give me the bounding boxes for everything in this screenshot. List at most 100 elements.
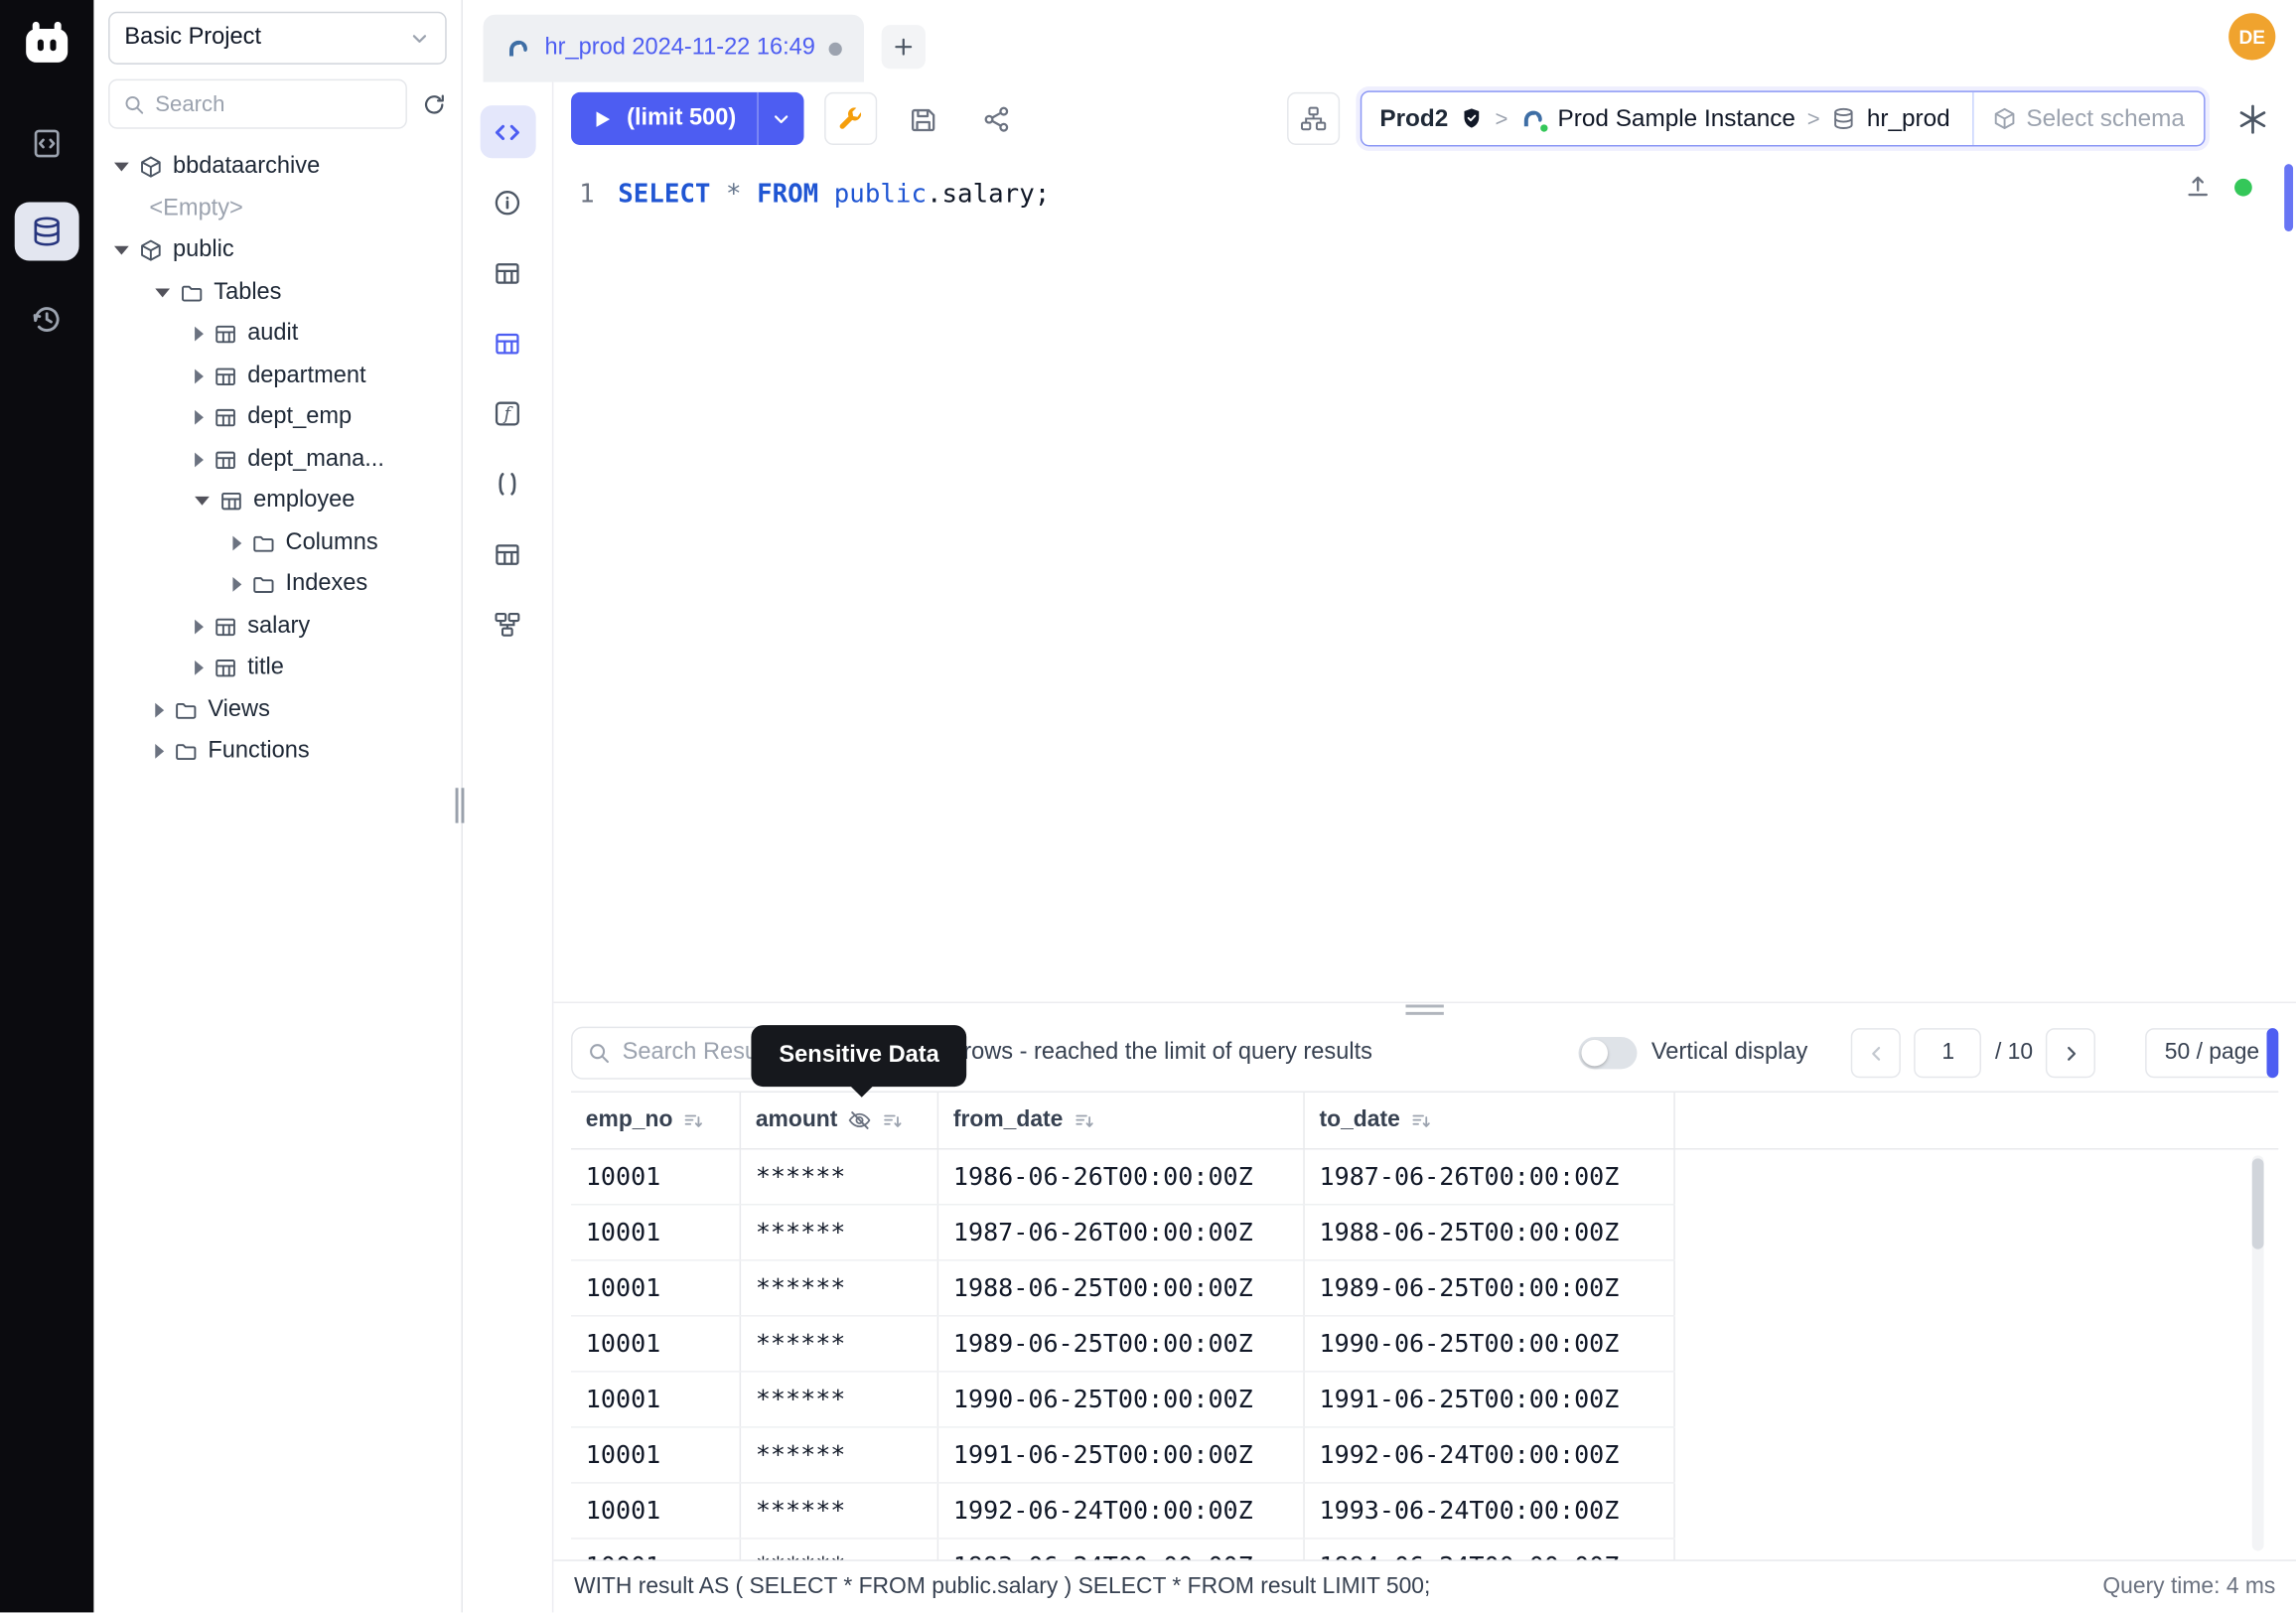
table-row[interactable]: 10001******1988-06-25T00:00:00Z1989-06-2…	[571, 1261, 1675, 1317]
sort-icon[interactable]	[683, 1110, 705, 1132]
sidebar-search-input[interactable]	[155, 91, 392, 116]
avatar[interactable]: DE	[2228, 13, 2275, 60]
caret-right-icon[interactable]	[195, 619, 204, 634]
select-schema-button[interactable]: Select schema	[1972, 92, 2204, 145]
caret-down-icon[interactable]	[195, 497, 210, 506]
folder-icon	[174, 740, 198, 764]
tree-item-employee[interactable]: employee	[93, 481, 461, 522]
ai-assistant-button[interactable]	[2225, 92, 2278, 145]
cell-masked: ******	[741, 1317, 938, 1372]
history-nav-button[interactable]	[15, 290, 79, 349]
tree-item-tables[interactable]: Tables	[93, 272, 461, 314]
databases-nav-button[interactable]	[15, 202, 79, 260]
table-row[interactable]: 10001******1991-06-25T00:00:00Z1992-06-2…	[571, 1428, 1675, 1484]
tab-hr-prod[interactable]: hr_prod 2024-11-22 16:49	[484, 15, 864, 82]
schema-diagram-button[interactable]	[480, 598, 535, 651]
caret-right-icon[interactable]	[195, 660, 204, 675]
tree-item-public[interactable]: public	[93, 229, 461, 271]
cell-masked: ******	[741, 1261, 938, 1316]
column-header-emp-no[interactable]: emp_no	[571, 1094, 741, 1149]
sensitive-tables-button[interactable]	[480, 316, 535, 368]
format-sql-button[interactable]	[824, 92, 877, 145]
column-header-from-date[interactable]: from_date	[938, 1094, 1305, 1149]
tree-item-audit[interactable]: audit	[93, 314, 461, 356]
project-select[interactable]: Basic Project	[108, 12, 447, 65]
upload-sheet-icon[interactable]	[2185, 173, 2212, 200]
caret-right-icon[interactable]	[155, 702, 164, 717]
tree-item-dept-manager[interactable]: dept_mana...	[93, 439, 461, 481]
caret-right-icon[interactable]	[195, 410, 204, 425]
panel-expand-handle[interactable]	[2267, 1029, 2279, 1079]
column-header-amount[interactable]: amount	[741, 1094, 938, 1149]
tree-item-label: audit	[247, 321, 298, 348]
next-page-button[interactable]	[2046, 1029, 2095, 1079]
connection-panel-button[interactable]	[1287, 92, 1340, 145]
sort-icon[interactable]	[882, 1110, 904, 1132]
code-line: SELECT * FROM public.salary;	[618, 177, 1050, 212]
table-row[interactable]: 10001******1986-06-26T00:00:00Z1987-06-2…	[571, 1150, 1675, 1206]
folder-icon	[174, 698, 198, 722]
caret-right-icon[interactable]	[232, 577, 241, 592]
folder-icon	[252, 531, 276, 555]
vertical-display-toggle[interactable]	[1578, 1038, 1637, 1070]
table-row[interactable]: 10001******1992-06-24T00:00:00Z1993-06-2…	[571, 1484, 1675, 1540]
caret-down-icon[interactable]	[114, 246, 129, 255]
tree-item-label: Functions	[208, 739, 309, 766]
run-options-dropdown[interactable]	[757, 92, 803, 145]
editor-overview-scrollbar[interactable]	[2284, 164, 2293, 231]
total-pages-label: / 10	[1995, 1040, 2033, 1067]
column-header-to-date[interactable]: to_date	[1305, 1094, 1675, 1149]
run-query-button[interactable]: (limit 500)	[571, 92, 803, 145]
sql-editor-mode-button[interactable]	[480, 105, 535, 158]
bytebase-logo-icon[interactable]	[15, 12, 79, 76]
sidebar-resize-handle[interactable]	[456, 788, 468, 822]
new-tab-button[interactable]	[881, 25, 925, 69]
caret-right-icon[interactable]	[195, 327, 204, 342]
cube-icon	[1992, 107, 2016, 131]
cell: 1989-06-25T00:00:00Z	[938, 1317, 1305, 1372]
caret-right-icon[interactable]	[232, 535, 241, 550]
caret-right-icon[interactable]	[155, 744, 164, 759]
tree-item-functions[interactable]: Functions	[93, 731, 461, 773]
panel-splitter[interactable]	[553, 1002, 2296, 1015]
worksheets-nav-button[interactable]	[15, 114, 79, 173]
connection-breadcrumb[interactable]: Prod2 > Prod Sample Instance > hr_prod S…	[1361, 90, 2205, 146]
sql-editor[interactable]: 1 SELECT * FROM public.salary;	[553, 155, 2296, 1002]
cell: 10001	[571, 1540, 741, 1560]
prev-page-button[interactable]	[1851, 1029, 1901, 1079]
table-row[interactable]: 10001******1993-06-24T00:00:00Z1994-06-2…	[571, 1540, 1675, 1560]
caret-right-icon[interactable]	[195, 452, 204, 467]
tree-item-columns[interactable]: Columns	[93, 522, 461, 564]
table-icon	[219, 490, 243, 513]
procedures-panel-button[interactable]	[480, 457, 535, 510]
caret-right-icon[interactable]	[195, 368, 204, 383]
tree-item-dept-emp[interactable]: dept_emp	[93, 397, 461, 439]
sort-icon[interactable]	[1074, 1110, 1095, 1132]
caret-down-icon[interactable]	[155, 288, 170, 297]
table-scrollbar-thumb[interactable]	[2252, 1159, 2264, 1249]
table-row[interactable]: 10001******1987-06-26T00:00:00Z1988-06-2…	[571, 1206, 1675, 1261]
share-sheet-button[interactable]	[970, 92, 1023, 145]
current-page-box[interactable]: 1	[1915, 1029, 1982, 1079]
tree-item-title[interactable]: title	[93, 648, 461, 689]
cell: 10001	[571, 1317, 741, 1372]
table-row[interactable]: 10001******1990-06-25T00:00:00Z1991-06-2…	[571, 1373, 1675, 1428]
cell: 1991-06-25T00:00:00Z	[938, 1428, 1305, 1483]
eye-off-icon[interactable]	[848, 1109, 872, 1133]
cell: 1993-06-24T00:00:00Z	[938, 1540, 1305, 1560]
tree-item-indexes[interactable]: Indexes	[93, 564, 461, 606]
refresh-button[interactable]	[422, 91, 447, 116]
save-sheet-button[interactable]	[897, 92, 949, 145]
tree-item-department[interactable]: department	[93, 356, 461, 397]
tree-item-views[interactable]: Views	[93, 689, 461, 731]
sort-icon[interactable]	[1410, 1110, 1432, 1132]
page-size-select[interactable]: 50 / page	[2146, 1029, 2279, 1079]
external-tables-button[interactable]	[480, 527, 535, 580]
tables-panel-button[interactable]	[480, 246, 535, 299]
table-row[interactable]: 10001******1989-06-25T00:00:00Z1990-06-2…	[571, 1317, 1675, 1373]
tree-item-salary[interactable]: salary	[93, 606, 461, 648]
tree-item-bbdataarchive[interactable]: bbdataarchive	[93, 146, 461, 188]
functions-panel-button[interactable]	[480, 386, 535, 439]
caret-down-icon[interactable]	[114, 163, 129, 172]
info-button[interactable]	[480, 176, 535, 228]
